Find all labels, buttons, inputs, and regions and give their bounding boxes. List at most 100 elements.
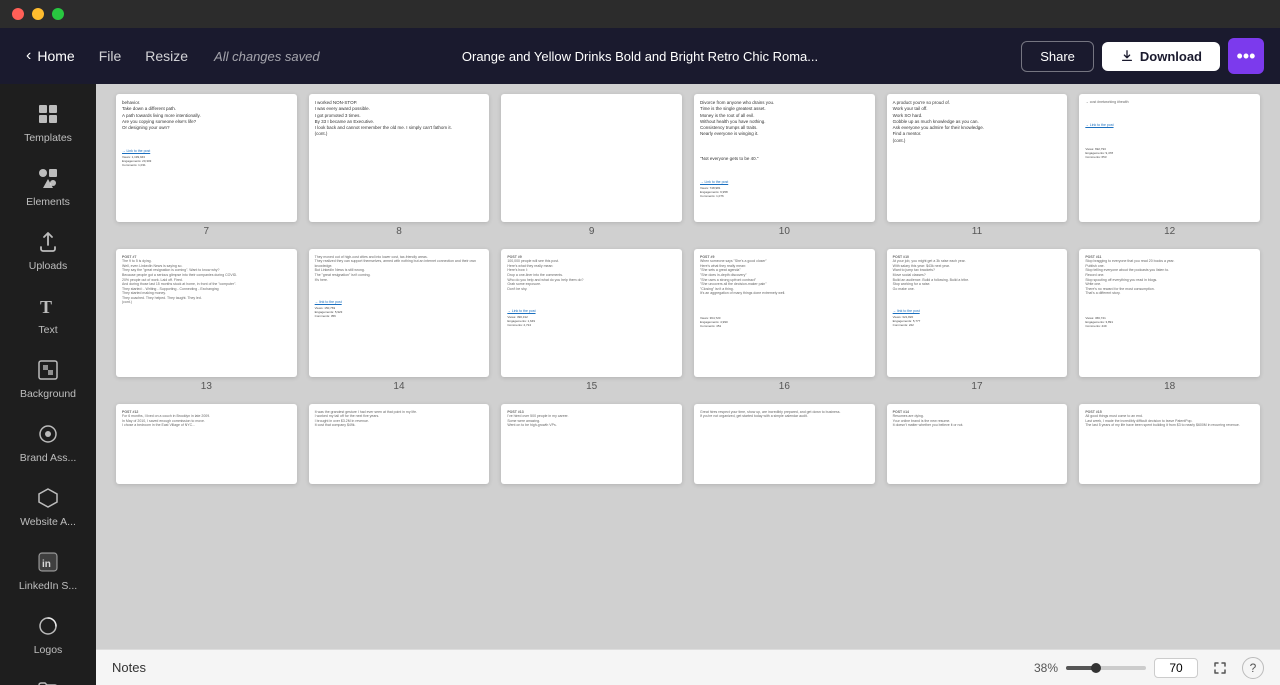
- slide-card-11[interactable]: A product you're so proud of. Work your …: [887, 94, 1068, 222]
- zoom-input[interactable]: [1154, 658, 1198, 678]
- uploads-icon: [34, 228, 62, 256]
- slide-card-7[interactable]: behavior. Take down a different path. A …: [116, 94, 297, 222]
- content-area: behavior. Take down a different path. A …: [96, 84, 1280, 685]
- sidebar-item-templates[interactable]: Templates: [8, 92, 88, 152]
- slide-card-8[interactable]: I worked NON-STOP. I was every award pos…: [309, 94, 490, 222]
- chevron-left-icon: ‹: [26, 47, 31, 65]
- slide-number-13: 13: [201, 381, 212, 392]
- slide-card-13[interactable]: POST #7 The 9 to 5 is dying. Well, even …: [116, 249, 297, 377]
- slide-wrapper-21: POST #13 I've hired over 500 people in m…: [501, 404, 682, 484]
- slide-number-15: 15: [586, 381, 597, 392]
- slide-card-16[interactable]: POST #9 When someone says "She's a good …: [694, 249, 875, 377]
- slide-wrapper-24: POST #15 All good things must come to an…: [1079, 404, 1260, 484]
- slide-wrapper-18: POST #11 Stop bragging to everyone that …: [1079, 249, 1260, 392]
- svg-text:in: in: [42, 559, 51, 570]
- minimize-button[interactable]: [32, 8, 44, 20]
- sidebar-item-folders[interactable]: Folders: [8, 668, 88, 685]
- main-layout: Templates Elements Uploads T Text Backgr…: [0, 84, 1280, 685]
- slide-number-10: 10: [779, 226, 790, 237]
- slide-number-11: 11: [972, 226, 982, 237]
- zoom-slider[interactable]: [1066, 666, 1146, 670]
- sidebar-item-elements[interactable]: Elements: [8, 156, 88, 216]
- slide-card-18[interactable]: POST #11 Stop bragging to everyone that …: [1079, 249, 1260, 377]
- slide-wrapper-23: POST #14 Resumes are dying. Your online …: [887, 404, 1068, 484]
- linkedin-label: LinkedIn S...: [19, 580, 77, 592]
- slide-wrapper-19: POST #12 For 6 months, I lived on a couc…: [116, 404, 297, 484]
- sidebar-item-uploads[interactable]: Uploads: [8, 220, 88, 280]
- sidebar-item-brand[interactable]: Brand Ass...: [8, 412, 88, 472]
- titlebar: [0, 0, 1280, 28]
- slide-card-19[interactable]: POST #12 For 6 months, I lived on a couc…: [116, 404, 297, 484]
- slide-wrapper-12: → cost #networking #health → Link to the…: [1079, 94, 1260, 237]
- brand-label: Brand Ass...: [20, 452, 77, 464]
- text-icon: T: [34, 292, 62, 320]
- templates-icon: [34, 100, 62, 128]
- resize-button[interactable]: Resize: [135, 42, 198, 70]
- slide-wrapper-22: Great hires respect your time, show up, …: [694, 404, 875, 484]
- bottom-bar: Notes 38% ?: [96, 649, 1280, 685]
- sidebar-item-logos[interactable]: Logos: [8, 604, 88, 664]
- sidebar-item-background[interactable]: Background: [8, 348, 88, 408]
- topnav: ‹ Home File Resize All changes saved Ora…: [0, 28, 1280, 84]
- sidebar-item-text[interactable]: T Text: [8, 284, 88, 344]
- slide-wrapper-15: POST #9 100,000 people will see this pos…: [501, 249, 682, 392]
- background-label: Background: [20, 388, 76, 400]
- download-icon: [1120, 49, 1134, 63]
- slide-number-18: 18: [1164, 381, 1175, 392]
- slide-number-16: 16: [779, 381, 790, 392]
- home-nav-button[interactable]: ‹ Home: [16, 41, 85, 71]
- uploads-label: Uploads: [29, 260, 68, 272]
- templates-label: Templates: [24, 132, 72, 144]
- slide-number-17: 17: [971, 381, 982, 392]
- fullscreen-button[interactable]: [1206, 654, 1234, 682]
- zoom-percent: 38%: [1034, 661, 1058, 675]
- sidebar-item-linkedin[interactable]: in LinkedIn S...: [8, 540, 88, 600]
- slide-card-24[interactable]: POST #15 All good things must come to an…: [1079, 404, 1260, 484]
- canvas-scroll[interactable]: behavior. Take down a different path. A …: [96, 84, 1280, 649]
- logos-icon: [34, 612, 62, 640]
- slide-number-7: 7: [204, 226, 210, 237]
- close-button[interactable]: [12, 8, 24, 20]
- slide-card-17[interactable]: POST #10 At your job, you might get a 3k…: [887, 249, 1068, 377]
- help-button[interactable]: ?: [1242, 657, 1264, 679]
- slide-wrapper-8: I worked NON-STOP. I was every award pos…: [309, 94, 490, 237]
- share-button[interactable]: Share: [1021, 41, 1094, 72]
- sidebar-item-website[interactable]: Website A...: [8, 476, 88, 536]
- linkedin-icon: in: [34, 548, 62, 576]
- slide-number-9: 9: [589, 226, 595, 237]
- more-options-button[interactable]: •••: [1228, 38, 1264, 74]
- slide-wrapper-11: A product you're so proud of. Work your …: [887, 94, 1068, 237]
- notes-label: Notes: [112, 660, 146, 675]
- slide-wrapper-7: behavior. Take down a different path. A …: [116, 94, 297, 237]
- slide-card-21[interactable]: POST #13 I've hired over 500 people in m…: [501, 404, 682, 484]
- slide-wrapper-10: Divorce from anyone who drains you. Time…: [694, 94, 875, 237]
- website-label: Website A...: [20, 516, 76, 528]
- elements-label: Elements: [26, 196, 70, 208]
- slide-card-12[interactable]: → cost #networking #health → Link to the…: [1079, 94, 1260, 222]
- slide-card-23[interactable]: POST #14 Resumes are dying. Your online …: [887, 404, 1068, 484]
- elements-icon: [34, 164, 62, 192]
- slide-card-15[interactable]: POST #9 100,000 people will see this pos…: [501, 249, 682, 377]
- brand-icon: [34, 420, 62, 448]
- slide-card-22[interactable]: Great hires respect your time, show up, …: [694, 404, 875, 484]
- slide-card-9[interactable]: [501, 94, 682, 222]
- background-icon: [34, 356, 62, 384]
- slide-number-8: 8: [396, 226, 402, 237]
- slide-wrapper-17: POST #10 At your job, you might get a 3k…: [887, 249, 1068, 392]
- file-menu-button[interactable]: File: [89, 42, 132, 70]
- slide-card-20[interactable]: It was the grandest gesture I had ever s…: [309, 404, 490, 484]
- slide-card-10[interactable]: Divorce from anyone who drains you. Time…: [694, 94, 875, 222]
- slide-wrapper-20: It was the grandest gesture I had ever s…: [309, 404, 490, 484]
- sidebar: Templates Elements Uploads T Text Backgr…: [0, 84, 96, 685]
- maximize-button[interactable]: [52, 8, 64, 20]
- slide-number-12: 12: [1164, 226, 1175, 237]
- slide-wrapper-13: POST #7 The 9 to 5 is dying. Well, even …: [116, 249, 297, 392]
- svg-text:T: T: [40, 297, 52, 317]
- zoom-area: 38% ?: [1034, 654, 1264, 682]
- document-title: Orange and Yellow Drinks Bold and Bright…: [462, 49, 818, 64]
- slides-grid: behavior. Take down a different path. A …: [116, 94, 1260, 484]
- folders-icon: [34, 676, 62, 685]
- download-button[interactable]: Download: [1102, 42, 1220, 71]
- slide-card-14[interactable]: They moved out of high-cost cities and i…: [309, 249, 490, 377]
- slide-number-14: 14: [393, 381, 404, 392]
